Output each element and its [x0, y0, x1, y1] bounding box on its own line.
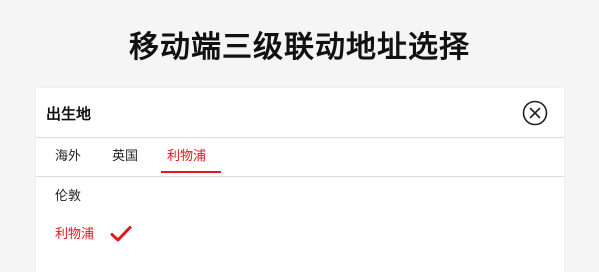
- page-title: 移动端三级联动地址选择: [129, 30, 470, 65]
- tab-liverpool[interactable]: 利物浦: [167, 148, 206, 166]
- region-tabs: 海外 英国 利物浦: [36, 138, 564, 177]
- option-london[interactable]: 伦敦: [55, 188, 81, 206]
- address-picker-panel: 出生地 海外 英国 利物浦 伦敦 利物浦: [36, 88, 564, 272]
- tab-uk[interactable]: 英国: [112, 148, 138, 166]
- option-liverpool[interactable]: 利物浦: [55, 226, 94, 244]
- close-circle-icon: [522, 100, 548, 126]
- close-button[interactable]: [522, 100, 548, 126]
- page: 移动端三级联动地址选择 出生地 海外 英国 利物浦 伦敦 利物浦: [0, 0, 599, 272]
- active-tab-indicator: [161, 171, 221, 173]
- panel-header: 出生地: [36, 88, 564, 138]
- check-icon: [110, 226, 132, 242]
- panel-title: 出生地: [46, 105, 92, 123]
- tab-overseas[interactable]: 海外: [55, 148, 81, 166]
